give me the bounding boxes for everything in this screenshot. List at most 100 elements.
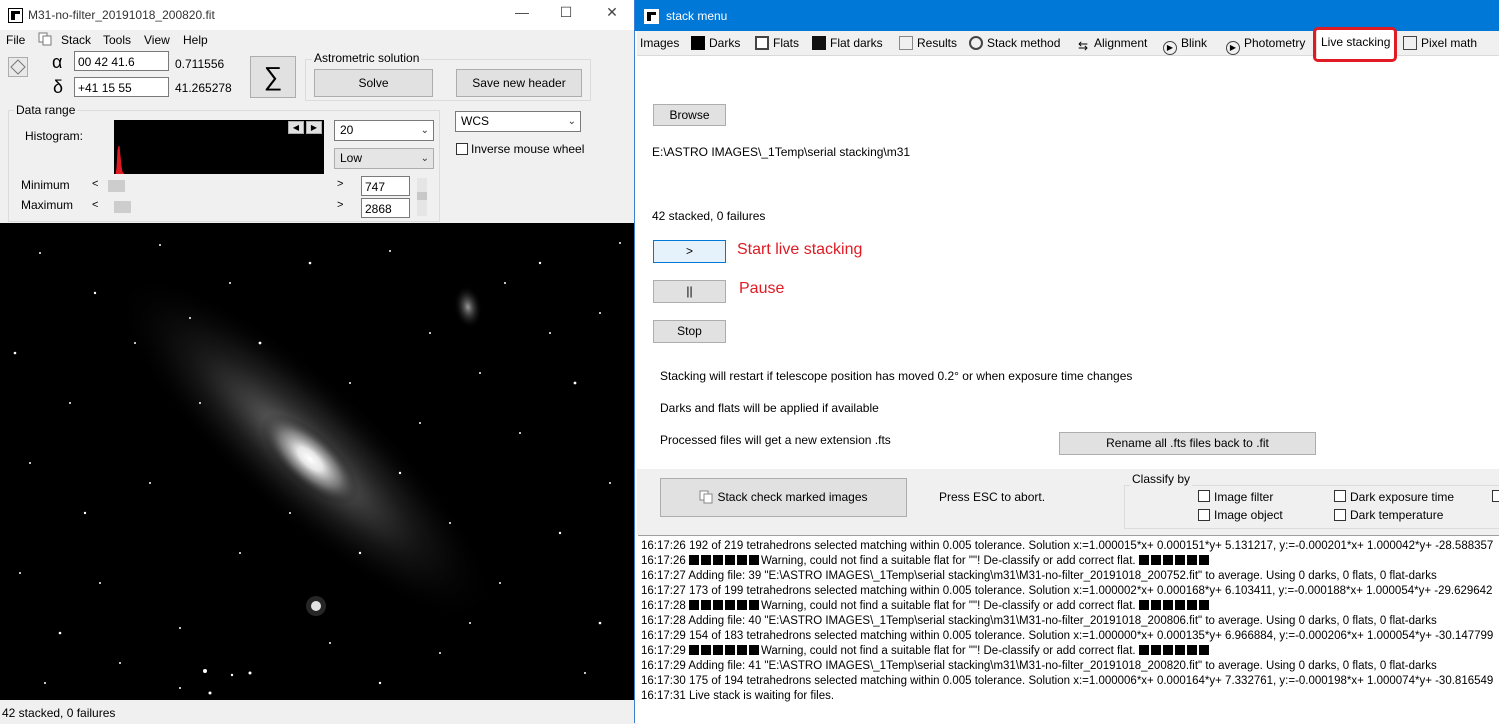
- tab-pixel-math-label: Pixel math: [1421, 36, 1478, 50]
- tab-images-label: Images: [640, 36, 680, 50]
- minimize-icon[interactable]: —: [507, 4, 537, 20]
- solve-button[interactable]: Solve: [314, 69, 433, 97]
- stop-button[interactable]: Stop: [653, 320, 726, 343]
- log-time: 16:17:28: [641, 600, 686, 612]
- inverse-mouse-label: Inverse mouse wheel: [471, 142, 585, 156]
- warning-block-icon: [1174, 555, 1185, 565]
- warning-block-icon: [700, 600, 711, 610]
- stack-check-button[interactable]: Stack check marked images: [660, 478, 907, 517]
- menu-tools[interactable]: Tools: [103, 33, 131, 47]
- classify-dark-temperature-label: Dark temperature: [1350, 508, 1444, 522]
- log-message: Warning, could not find a suitable flat …: [760, 555, 1136, 567]
- classify-dark-exposure-checkbox[interactable]: [1334, 490, 1346, 502]
- histogram-left-icon[interactable]: ◀: [288, 121, 304, 134]
- maximum-slider[interactable]: < >: [90, 199, 348, 214]
- main-window-title: M31-no-filter_20191018_200820.fit: [28, 8, 215, 22]
- warning-block-icon: [1198, 555, 1209, 565]
- tab-stack-method[interactable]: Stack method: [969, 31, 1060, 55]
- gear-icon: [969, 36, 983, 50]
- log-message: Adding file: 41 "E:\ASTRO IMAGES\_1Temp\…: [688, 660, 1437, 672]
- close-icon[interactable]: ✕: [597, 4, 627, 21]
- menu-view[interactable]: View: [144, 33, 170, 47]
- maximum-input[interactable]: 2868: [361, 198, 410, 218]
- results-icon: [899, 36, 913, 50]
- tab-images[interactable]: Images: [640, 31, 679, 55]
- stack-check-label: Stack check marked images: [717, 490, 868, 504]
- menu-file[interactable]: File: [6, 33, 25, 47]
- classify-dark-exposure-label: Dark exposure time: [1350, 490, 1455, 504]
- sum-button[interactable]: ∑: [250, 56, 296, 98]
- level-select[interactable]: Low ⌄: [334, 148, 434, 169]
- inverse-mouse-checkbox[interactable]: [456, 143, 468, 155]
- tab-flat-darks[interactable]: Flat darks: [812, 31, 883, 55]
- log-memo[interactable]: 16:17:26 192 of 219 tetrahedrons selecte…: [638, 535, 1499, 724]
- ra-input[interactable]: 00 42 41.6: [74, 51, 169, 71]
- tab-alignment[interactable]: ⇆ Alignment: [1076, 31, 1147, 55]
- tab-photometry-label: Photometry: [1244, 36, 1306, 50]
- log-time: 16:17:27: [641, 570, 686, 582]
- histogram-right-icon[interactable]: ▶: [306, 121, 322, 134]
- main-statusbar: 42 stacked, 0 failures: [0, 700, 634, 723]
- tab-flats[interactable]: Flats: [755, 31, 799, 55]
- dec-decimal: 41.265278: [175, 81, 232, 95]
- histogram-select-value: 20: [340, 123, 354, 137]
- orientation-button[interactable]: [8, 57, 28, 77]
- tab-results[interactable]: Results: [899, 31, 957, 55]
- warning-block-icon: [1198, 600, 1209, 610]
- image-viewer[interactable]: [0, 223, 634, 700]
- log-message: 154 of 183 tetrahedrons selected matchin…: [688, 630, 1494, 642]
- tab-flats-label: Flats: [773, 36, 800, 50]
- classify-image-object-checkbox[interactable]: [1198, 509, 1210, 521]
- vertical-slider-thumb[interactable]: [417, 192, 427, 200]
- dec-input[interactable]: +41 15 55: [74, 77, 169, 97]
- flats-icon: [755, 36, 769, 50]
- log-line: 16:17:28 Warning, could not find a suita…: [641, 600, 1211, 612]
- log-message: Adding file: 39 "E:\ASTRO IMAGES\_1Temp\…: [688, 570, 1437, 582]
- tab-photometry[interactable]: ▶ Photometry: [1226, 31, 1305, 55]
- warning-block-icon: [748, 555, 759, 565]
- histogram-select[interactable]: 20 ⌄: [334, 120, 434, 141]
- minimum-slider[interactable]: < >: [90, 178, 348, 193]
- log-line: 16:17:29 154 of 183 tetrahedrons selecte…: [641, 630, 1493, 642]
- maximize-icon[interactable]: ☐: [551, 4, 581, 21]
- tab-pixel-math[interactable]: Pixel math: [1403, 31, 1477, 55]
- log-line: 16:17:26 192 of 219 tetrahedrons selecte…: [641, 540, 1493, 552]
- tab-darks[interactable]: Darks: [691, 31, 740, 55]
- info-darks: Darks and flats will be applied if avail…: [660, 401, 879, 415]
- minimum-label: Minimum: [21, 178, 70, 192]
- start-live-stacking-button[interactable]: >: [653, 240, 726, 263]
- classify-extra-checkbox[interactable]: [1492, 490, 1499, 502]
- menu-stack[interactable]: Stack: [61, 33, 91, 47]
- warning-block-icon: [748, 645, 759, 655]
- classify-image-filter-checkbox[interactable]: [1198, 490, 1210, 502]
- save-header-button[interactable]: Save new header: [456, 69, 582, 97]
- log-line: 16:17:27 173 of 199 tetrahedrons selecte…: [641, 585, 1492, 597]
- pause-note: Pause: [739, 280, 785, 297]
- warning-block-icon: [712, 600, 723, 610]
- play-icon: ▶: [1163, 41, 1177, 55]
- play-icon: ▶: [1226, 41, 1240, 55]
- maximum-slider-thumb[interactable]: [114, 201, 131, 213]
- tab-darks-label: Darks: [709, 36, 741, 50]
- minimum-input[interactable]: 747: [361, 176, 410, 196]
- log-line: 16:17:29 Adding file: 41 "E:\ASTRO IMAGE…: [641, 660, 1437, 672]
- menu-help[interactable]: Help: [183, 33, 208, 47]
- log-message: Adding file: 40 "E:\ASTRO IMAGES\_1Temp\…: [688, 615, 1437, 627]
- rename-fts-button[interactable]: Rename all .fts files back to .fit: [1059, 432, 1316, 455]
- tab-blink[interactable]: ▶ Blink: [1163, 31, 1207, 55]
- warning-block-icon: [1150, 645, 1161, 655]
- vertical-slider[interactable]: [417, 178, 427, 216]
- astrometric-label: Astrometric solution: [312, 51, 422, 65]
- log-message: 173 of 199 tetrahedrons selected matchin…: [688, 585, 1493, 597]
- wcs-select[interactable]: WCS ⌄: [455, 111, 581, 132]
- log-line: 16:17:26 Warning, could not find a suita…: [641, 555, 1211, 567]
- pause-button[interactable]: ||: [653, 280, 726, 303]
- main-status-text: 42 stacked, 0 failures: [2, 706, 116, 720]
- browse-button[interactable]: Browse: [653, 104, 726, 126]
- warning-block-icon: [1186, 555, 1197, 565]
- warning-block-icon: [748, 600, 759, 610]
- minimum-slider-thumb[interactable]: [108, 180, 125, 192]
- maximum-label: Maximum: [21, 198, 74, 212]
- classify-dark-temperature-checkbox[interactable]: [1334, 509, 1346, 521]
- warning-block-icon: [1138, 645, 1149, 655]
